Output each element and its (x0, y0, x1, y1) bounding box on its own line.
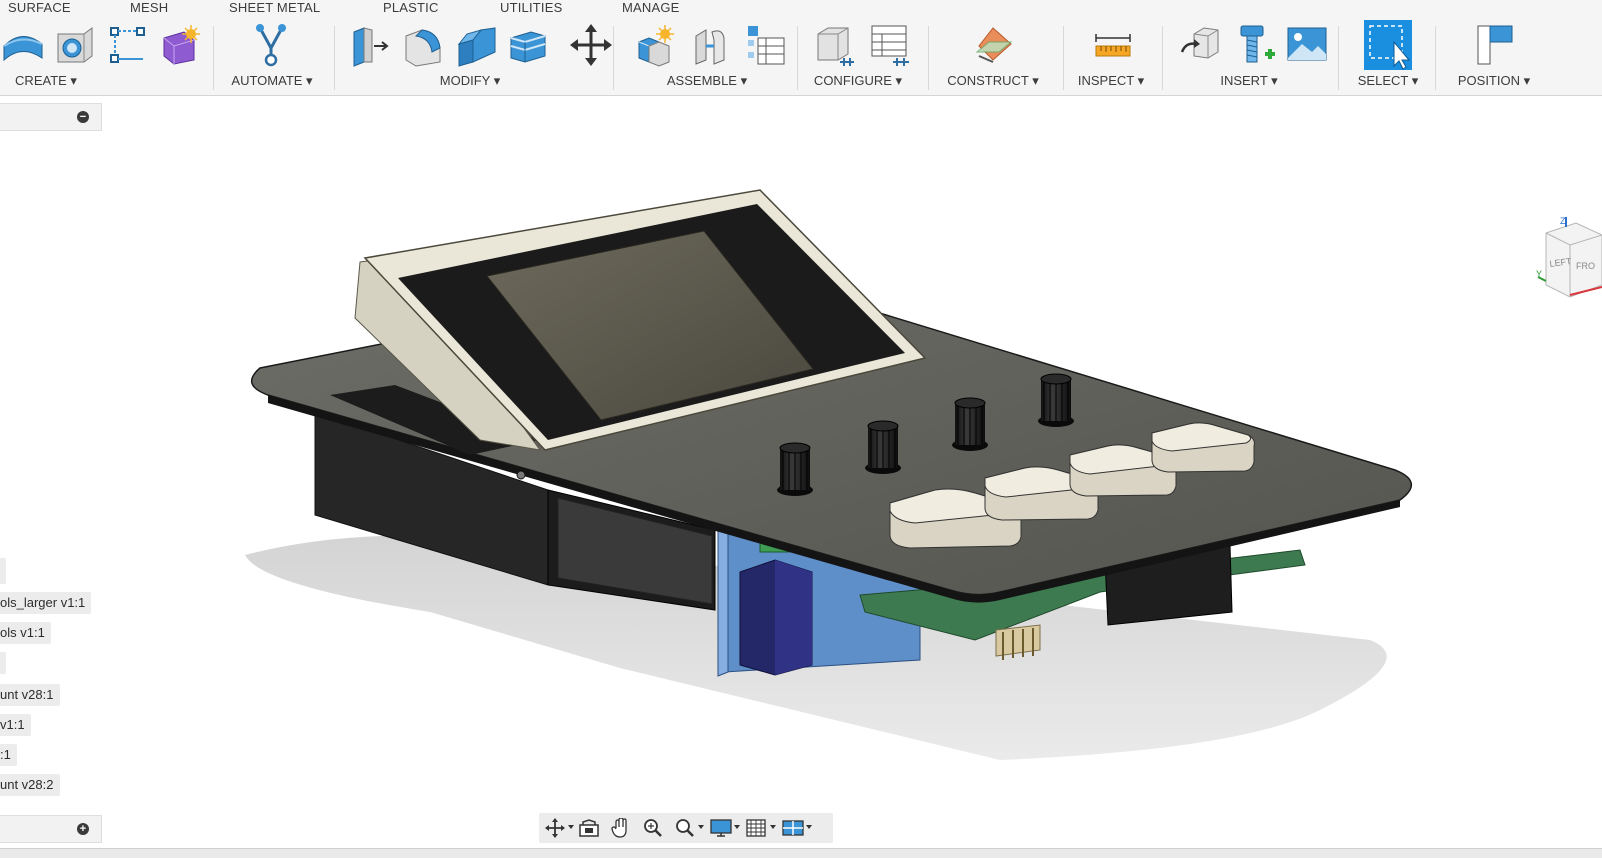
configure-table-icon[interactable] (869, 22, 911, 68)
browser-footer[interactable]: + (0, 815, 102, 843)
chevron-down-icon[interactable] (568, 825, 574, 829)
configure-cube-icon[interactable] (814, 22, 856, 68)
tab-sheet-metal[interactable]: SHEET METAL (229, 0, 320, 15)
ribbon-divider (928, 26, 929, 90)
3d-viewport[interactable]: LEFT FRO Z Y (0, 97, 1602, 858)
zoom-window-icon[interactable] (673, 818, 697, 838)
ribbon-divider (334, 26, 335, 90)
construct-plane-icon[interactable] (973, 22, 1015, 68)
knob (865, 420, 901, 474)
browser-item-label: ols v1:1 (0, 625, 45, 640)
automate-menu[interactable]: AUTOMATE ▾ (231, 73, 312, 89)
move-icon[interactable] (570, 22, 612, 68)
blue-bracket-front (717, 526, 729, 677)
ribbon-divider (1063, 26, 1064, 90)
viewports-icon[interactable] (781, 818, 805, 838)
knob (1038, 373, 1074, 427)
tab-manage[interactable]: MANAGE (622, 0, 680, 15)
collapse-minus-icon[interactable]: − (77, 111, 89, 123)
browser-item[interactable]: v1:1 (0, 714, 31, 736)
measure-icon[interactable] (1092, 22, 1134, 68)
chamfer-icon[interactable] (455, 22, 497, 68)
pan-hand-icon[interactable] (609, 818, 633, 838)
ribbon-divider (1162, 26, 1163, 90)
modify-menu[interactable]: MODIFY ▾ (440, 73, 500, 89)
knob (777, 442, 813, 496)
browser-item-label: ols_larger v1:1 (0, 595, 86, 610)
press-pull-icon[interactable] (350, 22, 392, 68)
navigation-bar (539, 813, 833, 843)
configure-menu[interactable]: CONFIGURE ▾ (814, 73, 902, 89)
joint-icon[interactable] (690, 22, 732, 68)
view-cube[interactable]: LEFT FRO Z Y (1536, 215, 1602, 301)
chevron-down-icon[interactable] (806, 825, 812, 829)
grid-settings-icon[interactable] (745, 818, 769, 838)
browser-item[interactable]: unt v28:2 (0, 774, 60, 796)
insert-derive-icon[interactable] (1180, 22, 1222, 68)
insert-mcmaster-icon[interactable] (1235, 22, 1277, 68)
ribbon-divider (1338, 26, 1339, 90)
expand-plus-icon[interactable]: + (77, 823, 89, 835)
toolbar-ribbon: SURFACE MESH SHEET METAL PLASTIC UTILITI… (0, 0, 1602, 96)
select-menu[interactable]: SELECT ▾ (1358, 73, 1418, 89)
chevron-down-icon[interactable] (734, 825, 740, 829)
chevron-down-icon[interactable] (770, 825, 776, 829)
construct-menu[interactable]: CONSTRUCT ▾ (947, 73, 1039, 89)
browser-item-label: v1:1 (0, 717, 25, 732)
shell-icon[interactable] (507, 22, 549, 68)
create-menu[interactable]: CREATE ▾ (15, 73, 77, 89)
tab-plastic[interactable]: PLASTIC (383, 0, 439, 15)
model-render[interactable] (0, 97, 1602, 858)
select-icon[interactable] (1364, 20, 1412, 70)
browser-item-stub (0, 652, 6, 674)
mount-hole (516, 470, 526, 480)
orbit-icon[interactable] (543, 818, 567, 838)
ribbon-divider (797, 26, 798, 90)
browser-item-stub (0, 558, 6, 584)
look-at-icon[interactable] (577, 818, 601, 838)
browser-item-label: unt v28:2 (0, 777, 54, 792)
browser-item[interactable]: unt v28:1 (0, 684, 60, 706)
browser-item-label: unt v28:1 (0, 687, 54, 702)
insert-canvas-icon[interactable] (1286, 22, 1328, 68)
knob (952, 397, 988, 451)
browser-item[interactable]: ols_larger v1:1 (0, 592, 92, 614)
browser-item[interactable]: ols v1:1 (0, 622, 51, 644)
bom-table-icon[interactable] (744, 22, 786, 68)
viewcube-y-label: Y (1536, 269, 1542, 279)
ribbon-divider (613, 26, 614, 90)
browser-item-label: :1 (0, 747, 11, 762)
form-icon[interactable] (160, 22, 202, 68)
extrude-dome-icon[interactable] (2, 22, 44, 68)
automate-icon[interactable] (250, 22, 292, 68)
insert-menu[interactable]: INSERT ▾ (1220, 73, 1277, 89)
browser-header[interactable]: − (0, 103, 102, 131)
new-component-icon[interactable] (635, 22, 677, 68)
tab-surface[interactable]: SURFACE (8, 0, 71, 15)
assemble-menu[interactable]: ASSEMBLE ▾ (667, 73, 747, 89)
inspect-menu[interactable]: INSPECT ▾ (1078, 73, 1144, 89)
fusion-app-window: SURFACE MESH SHEET METAL PLASTIC UTILITI… (0, 0, 1602, 858)
fillet-icon[interactable] (402, 22, 444, 68)
tab-utilities[interactable]: UTILITIES (500, 0, 562, 15)
chevron-down-icon[interactable] (698, 825, 704, 829)
browser-item[interactable]: :1 (0, 744, 17, 766)
position-icon[interactable] (1474, 22, 1516, 68)
status-strip (0, 848, 1602, 858)
tab-mesh[interactable]: MESH (130, 0, 168, 15)
position-menu[interactable]: POSITION ▾ (1458, 73, 1530, 89)
ribbon-divider (1435, 26, 1436, 90)
display-settings-icon[interactable] (709, 818, 733, 838)
hole-icon[interactable] (54, 22, 96, 68)
sketch-icon[interactable] (107, 22, 149, 68)
zoom-icon[interactable] (641, 818, 665, 838)
ribbon-divider (213, 26, 214, 90)
viewcube-z-label: Z (1560, 216, 1566, 226)
viewcube-front-label[interactable]: FRO (1576, 261, 1595, 271)
